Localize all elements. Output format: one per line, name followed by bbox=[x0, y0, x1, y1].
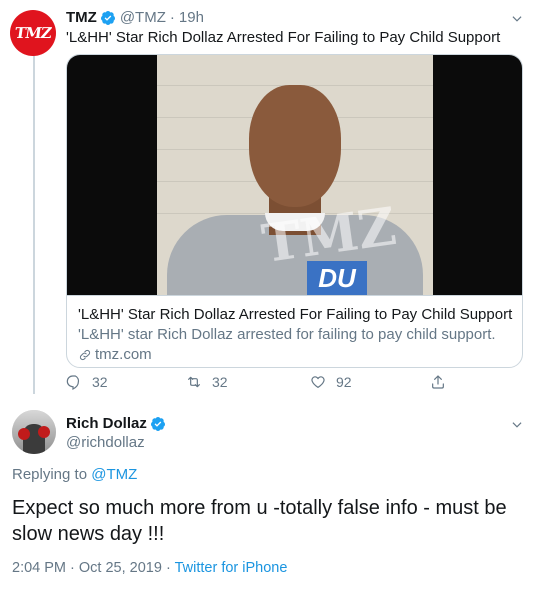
head-shape bbox=[249, 85, 341, 207]
like-count: 92 bbox=[336, 374, 352, 390]
tweet1-author-name[interactable]: TMZ bbox=[66, 9, 97, 26]
richdollaz-avatar[interactable] bbox=[12, 410, 56, 454]
tweet1-timestamp[interactable]: 19h bbox=[179, 9, 204, 26]
tweet1-header: TMZ @TMZ · 19h bbox=[66, 9, 204, 26]
card-image: DU TMZ bbox=[67, 55, 522, 295]
tmz-avatar-logo-text: TMZ bbox=[13, 24, 53, 42]
share-icon bbox=[432, 375, 444, 389]
verified-badge-icon bbox=[150, 416, 165, 431]
share-button[interactable] bbox=[430, 374, 456, 390]
tweet2-author-name[interactable]: Rich Dollaz bbox=[66, 415, 147, 432]
thread-connector-line bbox=[33, 50, 35, 394]
tweet2-separator: · bbox=[70, 560, 75, 576]
reply-icon bbox=[66, 375, 80, 390]
verified-badge-icon bbox=[100, 10, 115, 25]
tweet2-author: Rich Dollaz bbox=[66, 415, 170, 432]
card-domain: tmz.com bbox=[78, 345, 513, 365]
tmz-avatar[interactable]: TMZ bbox=[10, 10, 56, 56]
tweet1-text: 'L&HH' Star Rich Dollaz Arrested For Fai… bbox=[66, 29, 501, 46]
tweet1-author-handle[interactable]: @TMZ bbox=[120, 9, 166, 26]
card-domain-text: tmz.com bbox=[95, 346, 152, 363]
tweet2-source[interactable]: Twitter for iPhone bbox=[175, 560, 288, 576]
replying-to-prefix: Replying to bbox=[12, 466, 88, 483]
chevron-down-icon[interactable] bbox=[510, 12, 524, 26]
retweet-button[interactable]: 32 bbox=[186, 374, 228, 390]
link-icon bbox=[79, 349, 91, 361]
reply-button[interactable]: 32 bbox=[66, 374, 108, 390]
retweet-count: 32 bbox=[212, 374, 228, 390]
mugshot-photo: DU TMZ bbox=[157, 55, 433, 295]
heart-icon bbox=[311, 376, 325, 388]
tweet2-separator-2: · bbox=[165, 560, 171, 576]
card-description: 'L&HH' star Rich Dollaz arrested for fai… bbox=[78, 326, 496, 343]
tweet1-separator: · bbox=[169, 9, 175, 26]
tweet2-metadata: 2:04 PM · Oct 25, 2019 · Twitter for iPh… bbox=[12, 560, 287, 576]
tweet2-time[interactable]: 2:04 PM bbox=[12, 560, 66, 576]
card-title: 'L&HH' Star Rich Dollaz Arrested For Fai… bbox=[78, 306, 513, 323]
card-body: 'L&HH' Star Rich Dollaz Arrested For Fai… bbox=[67, 295, 522, 367]
tweet2-text: Expect so much more from u -totally fals… bbox=[12, 497, 507, 545]
like-button[interactable]: 92 bbox=[310, 374, 352, 390]
replying-to-mention[interactable]: @TMZ bbox=[91, 466, 137, 483]
replying-to-line: Replying to @TMZ bbox=[12, 466, 137, 483]
tweet2-date[interactable]: Oct 25, 2019 bbox=[79, 560, 162, 576]
reply-count: 32 bbox=[92, 374, 108, 390]
tweet1-action-bar: 32 32 92 bbox=[66, 374, 466, 394]
link-preview-card[interactable]: DU TMZ 'L&HH' Star Rich Dollaz Arrested … bbox=[66, 54, 523, 368]
chevron-down-icon[interactable] bbox=[510, 418, 524, 432]
retweet-icon bbox=[188, 376, 200, 388]
tweet2-author-handle[interactable]: @richdollaz bbox=[66, 434, 145, 451]
